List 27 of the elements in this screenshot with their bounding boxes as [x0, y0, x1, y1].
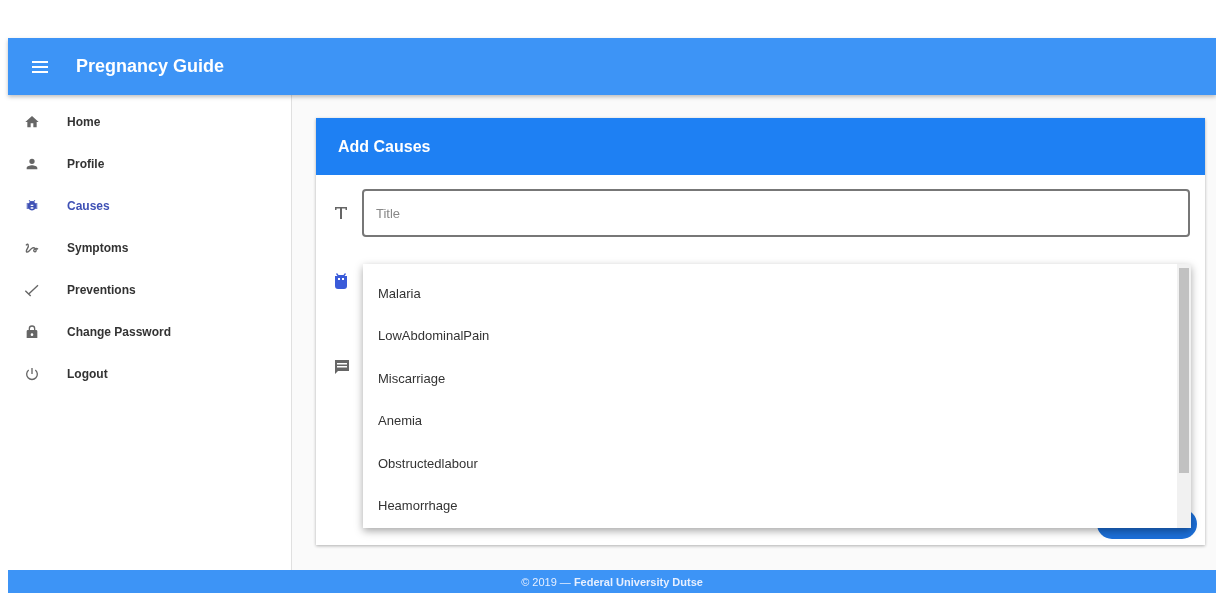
check-icon	[24, 282, 40, 298]
lock-icon	[24, 324, 40, 340]
sidebar-item[interactable]: Preventions	[8, 269, 291, 311]
power-icon	[24, 366, 40, 382]
card-title: Add Causes	[316, 118, 1205, 175]
menu-icon[interactable]	[32, 59, 48, 74]
message-icon	[334, 359, 350, 375]
dropdown-option[interactable]: Malaria	[363, 272, 1177, 315]
dropdown-option[interactable]: Heamorrhage	[363, 484, 1177, 527]
home-icon	[24, 114, 40, 130]
person-icon	[24, 156, 40, 172]
sidebar-item[interactable]: Causes	[8, 185, 291, 227]
dropdown-option[interactable]: LowAbdominalPain	[363, 314, 1177, 357]
android-icon	[334, 273, 348, 289]
text-icon	[334, 206, 348, 220]
title-field[interactable]: Title	[362, 189, 1190, 237]
sidebar-item[interactable]: Symptoms	[8, 227, 291, 269]
sidebar-item[interactable]: Change Password	[8, 311, 291, 353]
sidebar-item[interactable]: Logout	[8, 353, 291, 395]
dropdown-option[interactable]: Miscarriage	[363, 357, 1177, 400]
copyright-text: © 2019 — Federal University Dutse	[521, 575, 703, 588]
app-title: Pregnancy Guide	[76, 56, 225, 77]
scrollbar[interactable]	[1177, 264, 1191, 528]
sidebar-item[interactable]: Home	[8, 101, 291, 143]
dropdown-option[interactable]: Obstructedlabour	[363, 442, 1177, 485]
sidebar-item[interactable]: Profile	[8, 143, 291, 185]
dropdown-option[interactable]: Anemia	[363, 399, 1177, 442]
